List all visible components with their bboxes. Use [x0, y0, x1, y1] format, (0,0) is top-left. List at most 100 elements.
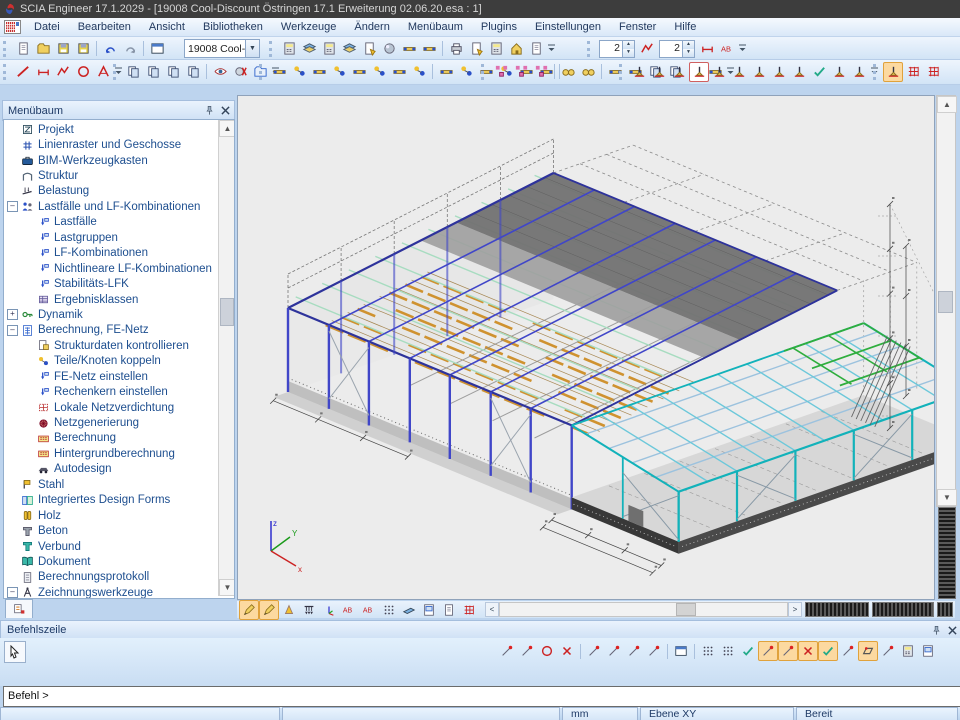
wireframe-pencil-icon[interactable] [239, 600, 259, 620]
toolbar-overflow-icon[interactable] [737, 40, 748, 58]
viewport-scroll-up-icon[interactable]: ▲ [937, 96, 957, 113]
transfer-data-icon[interactable] [339, 39, 359, 59]
open-project-icon[interactable] [33, 39, 53, 59]
viewport-hscroll-thumb[interactable] [676, 603, 696, 616]
tree-item-berechnung-fe-netz[interactable]: –Berechnung, FE-Netz [4, 323, 218, 338]
support-line-icon[interactable] [749, 62, 769, 82]
check-structure-nodes-icon[interactable] [578, 62, 598, 82]
toolbar-overflow-icon[interactable] [546, 40, 557, 58]
menu-item-ndern[interactable]: Ändern [345, 19, 398, 36]
snap-endpoint-icon[interactable] [758, 641, 778, 661]
tree-item-lokale-netzverdichtung[interactable]: Lokale Netzverdichtung [4, 400, 218, 415]
support-green-icon[interactable] [809, 62, 829, 82]
hinge-tool-icon[interactable] [531, 62, 551, 82]
tree-item-fe-netz-einstellen[interactable]: FE-Netz einstellen [4, 369, 218, 384]
view-parameters-flag-icon[interactable] [319, 600, 339, 620]
snap-ruler-icon[interactable] [898, 641, 918, 661]
snap-filter-icon[interactable] [624, 641, 644, 661]
tree-item-linienraster-und-geschosse[interactable]: Linienraster und Geschosse [4, 137, 218, 152]
beam-node-tool-3-icon[interactable] [309, 62, 329, 82]
draw-circle-icon[interactable] [73, 62, 93, 82]
beam-check-2-icon[interactable] [419, 39, 439, 59]
beam-node-tool-6-icon[interactable] [369, 62, 389, 82]
show-labels-abc-icon[interactable]: AB [339, 600, 359, 620]
menu-item-fenster[interactable]: Fenster [610, 19, 665, 36]
tree-item-autodesign[interactable]: Autodesign [4, 462, 218, 477]
collapse-icon[interactable]: – [7, 587, 18, 598]
tree-scroll-down-icon[interactable]: ▼ [219, 579, 235, 596]
tree-item-projekt[interactable]: Projekt [4, 122, 218, 137]
cmd-close-icon[interactable] [945, 623, 959, 637]
support-nonlinear-icon[interactable] [729, 62, 749, 82]
snap-midpoint-icon[interactable] [778, 641, 798, 661]
3d-model-viewport[interactable]: zYx [237, 95, 935, 600]
menu-item-menbaum[interactable]: Menübaum [399, 19, 472, 36]
draw-line-icon[interactable] [13, 62, 33, 82]
project-manager-icon[interactable] [279, 39, 299, 59]
menu-item-ansicht[interactable]: Ansicht [140, 19, 194, 36]
bottom-collapsed-toolbar-grip-2[interactable] [872, 602, 934, 617]
active-project-combobox[interactable]: 19008 Cool-Discou ▼ [184, 39, 260, 58]
clipboard-icon[interactable] [359, 39, 379, 59]
tree-item-integriertes-design-forms[interactable]: Integriertes Design Forms [4, 493, 218, 508]
copy-node-icon[interactable] [511, 62, 531, 82]
support-sliding-icon[interactable] [669, 62, 689, 82]
viewport-vscrollbar[interactable]: ▲ ▼ [936, 95, 956, 507]
save-project-icon[interactable] [53, 39, 73, 59]
beam-node-tool-8-icon[interactable] [409, 62, 429, 82]
snap-perpendicular-icon[interactable] [818, 641, 838, 661]
load-panel-icon[interactable] [883, 62, 903, 82]
draw-dimension-icon[interactable] [33, 62, 53, 82]
viewport-scroll-down-icon[interactable]: ▼ [937, 489, 957, 506]
close-window-icon[interactable] [147, 39, 167, 59]
save-all-icon[interactable] [73, 39, 93, 59]
tree-item-rechenkern-einstellen[interactable]: Rechenkern einstellen [4, 384, 218, 399]
scale-1-48-icon[interactable]: AB [717, 39, 737, 59]
workspace-icon[interactable] [4, 20, 21, 34]
beam-node-tool-5-icon[interactable] [349, 62, 369, 82]
hide-selection-icon[interactable] [230, 62, 250, 82]
beam-node-tool-7-icon[interactable] [389, 62, 409, 82]
connect-members-icon[interactable] [558, 62, 578, 82]
snap-ortho-icon[interactable] [718, 641, 738, 661]
cmd-pin-icon[interactable] [929, 623, 943, 637]
snap-arc-icon[interactable] [878, 641, 898, 661]
tree-item-ergebnisklassen[interactable]: Ergebnisklassen [4, 292, 218, 307]
tree-item-zeichnungswerkzeuge[interactable]: –Zeichnungswerkzeuge [4, 585, 218, 599]
toolbar-grip[interactable] [873, 64, 880, 80]
value-spinner-spin2[interactable]: 2▲▼ [659, 40, 695, 58]
toolbar-grip[interactable] [113, 64, 120, 80]
tree-item-holz[interactable]: Holz [4, 508, 218, 523]
draw-polyline-icon[interactable] [53, 62, 73, 82]
snap-cross-green-icon[interactable] [738, 641, 758, 661]
snap-intersection-icon[interactable] [798, 641, 818, 661]
menu-item-werkzeuge[interactable]: Werkzeuge [272, 19, 345, 36]
snap-move-icon[interactable] [604, 641, 624, 661]
tree-item-hintergrundberechnung[interactable]: Hintergrundberechnung [4, 446, 218, 461]
support-fixed-icon[interactable] [629, 62, 649, 82]
viewport-hscrollbar[interactable] [499, 602, 788, 617]
spinner-down-icon[interactable]: ▼ [683, 49, 694, 57]
toolbar-grip[interactable] [259, 64, 266, 80]
tree-item-dynamik[interactable]: +Dynamik [4, 307, 218, 322]
viewport-vscroll-thumb[interactable] [938, 291, 953, 313]
paste-special-icon[interactable] [183, 62, 203, 82]
tree-item-verbund[interactable]: Verbund [4, 539, 218, 554]
draw-angle-icon[interactable] [93, 62, 113, 82]
move-node-icon[interactable] [491, 62, 511, 82]
snap-polygon-icon[interactable] [858, 641, 878, 661]
beam-check-icon[interactable] [399, 39, 419, 59]
support-subsoil-icon[interactable] [789, 62, 809, 82]
support-wall-icon[interactable] [829, 62, 849, 82]
document-plain-icon[interactable] [439, 600, 459, 620]
snap-tablet-icon[interactable] [918, 641, 938, 661]
tree-item-lastf-lle[interactable]: Lastfälle [4, 215, 218, 230]
tree-item-stahl[interactable]: Stahl [4, 477, 218, 492]
value-spinner-spin1[interactable]: 2▲▼ [599, 40, 635, 58]
tree-item-beton[interactable]: Beton [4, 523, 218, 538]
support-beam-icon[interactable] [849, 62, 869, 82]
menu-item-hilfe[interactable]: Hilfe [665, 19, 705, 36]
snap-segment-icon[interactable] [644, 641, 664, 661]
menu-item-bearbeiten[interactable]: Bearbeiten [69, 19, 140, 36]
toolbar-grip[interactable] [619, 64, 626, 80]
